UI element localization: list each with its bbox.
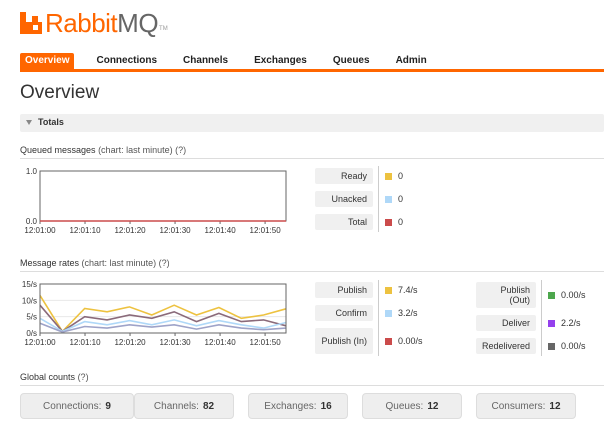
x-tick-label: 12:01:50	[250, 226, 282, 235]
message-rates-chart: 0/s 5/s 10/s 15/s 12:01:00 12:01:10 12:01:20 12…	[22, 280, 287, 347]
main-nav-tabs: Overview Connections Channels Exchanges …	[20, 53, 604, 69]
x-tick-label: 12:01:30	[159, 226, 191, 235]
swatch-publish-in	[385, 337, 392, 345]
logo-text-rabbit: Rabbit	[45, 7, 118, 38]
page-title: Overview	[20, 82, 100, 103]
tab-queues[interactable]: Queues	[320, 53, 383, 69]
tab-channels[interactable]: Channels	[170, 53, 241, 69]
rabbitmq-logo: RabbitMQ TM	[20, 8, 168, 38]
tab-underline	[20, 69, 604, 72]
queued-messages-heading: Queued messages (chart: last minute) (?)	[20, 145, 186, 155]
swatch-unacked	[385, 195, 392, 203]
swatch-confirm	[385, 309, 392, 317]
legend-value-confirm: 3.2/s	[385, 305, 418, 321]
channels-count-button[interactable]: Channels: 82	[134, 393, 234, 419]
legend-separator	[541, 280, 542, 356]
exchanges-count-button[interactable]: Exchanges: 16	[248, 393, 348, 419]
swatch-deliver	[548, 319, 555, 327]
y-tick-label: 15/s	[22, 280, 37, 289]
x-tick-label: 12:01:40	[205, 338, 237, 347]
legend-label-unacked: Unacked	[315, 191, 373, 207]
message-rates-subtitle: (chart: last minute)	[81, 258, 157, 268]
y-tick-label: 0/s	[26, 329, 37, 338]
message-rates-title: Message rates	[20, 258, 80, 268]
collapse-triangle-icon	[26, 120, 32, 125]
section-divider	[20, 158, 604, 159]
x-tick-label: 12:01:00	[24, 226, 56, 235]
queued-messages-title: Queued messages	[20, 145, 96, 155]
y-tick-label: 0.0	[26, 217, 38, 226]
legend-value-publish: 7.4/s	[385, 282, 418, 298]
x-tick-label: 12:01:30	[159, 338, 191, 347]
x-tick-label: 12:01:20	[114, 338, 146, 347]
legend-value-ready: 0	[385, 168, 403, 184]
x-tick-label: 12:01:40	[205, 226, 237, 235]
swatch-ready	[385, 172, 392, 180]
x-tick-label: 12:01:10	[69, 338, 101, 347]
x-tick-label: 12:01:10	[69, 226, 101, 235]
queued-messages-chart: 0.0 1.0 12:01:00 12:01:10 12:01:20 12:01:30 12…	[24, 167, 287, 235]
section-divider	[20, 271, 604, 272]
legend-label-total: Total	[315, 214, 373, 230]
series-line-deliver	[39, 304, 287, 333]
legend-label-publish-out: Publish (Out)	[476, 282, 536, 308]
rabbitmq-logo-icon	[20, 12, 42, 34]
swatch-publish	[385, 286, 392, 294]
message-rates-help-link[interactable]: (?)	[159, 258, 170, 268]
logo-trademark: TM	[159, 26, 168, 32]
tab-overview[interactable]: Overview	[20, 53, 75, 69]
tab-admin[interactable]: Admin	[383, 53, 440, 69]
legend-label-redelivered: Redelivered	[476, 338, 536, 354]
global-counts-help-link[interactable]: (?)	[78, 372, 89, 382]
legend-separator	[378, 166, 379, 232]
y-tick-label: 5/s	[26, 313, 37, 322]
y-tick-label: 10/s	[22, 296, 37, 305]
x-tick-label: 12:01:00	[24, 338, 56, 347]
queues-count-button[interactable]: Queues: 12	[362, 393, 462, 419]
section-divider	[20, 385, 604, 386]
global-counts-title: Global counts	[20, 372, 76, 382]
legend-label-publish: Publish	[315, 282, 373, 298]
legend-value-total: 0	[385, 214, 403, 230]
global-counts-heading: Global counts (?)	[20, 372, 89, 382]
x-tick-label: 12:01:50	[250, 338, 282, 347]
y-tick-label: 1.0	[26, 167, 38, 176]
totals-section-label: Totals	[38, 117, 64, 127]
tab-exchanges[interactable]: Exchanges	[241, 53, 320, 69]
totals-section-toggle[interactable]: Totals	[20, 114, 604, 132]
legend-value-unacked: 0	[385, 191, 403, 207]
swatch-publish-out	[548, 291, 555, 299]
legend-value-deliver: 2.2/s	[548, 315, 581, 331]
legend-label-ready: Ready	[315, 168, 373, 184]
x-tick-label: 12:01:20	[114, 226, 146, 235]
legend-value-publish-in: 0.00/s	[385, 333, 423, 349]
legend-value-publish-out: 0.00/s	[548, 287, 586, 303]
logo-text-mq: MQ	[117, 7, 159, 38]
swatch-total	[385, 218, 392, 226]
swatch-redelivered	[548, 342, 555, 350]
legend-label-deliver: Deliver	[476, 315, 536, 331]
tab-connections[interactable]: Connections	[83, 53, 170, 69]
connections-count-button[interactable]: Connections: 9	[20, 393, 134, 419]
legend-label-publish-in: Publish (In)	[315, 328, 373, 354]
message-rates-heading: Message rates (chart: last minute) (?)	[20, 258, 170, 268]
legend-separator	[378, 280, 379, 356]
legend-label-confirm: Confirm	[315, 305, 373, 321]
queued-messages-subtitle: (chart: last minute)	[98, 145, 173, 155]
consumers-count-button[interactable]: Consumers: 12	[476, 393, 576, 419]
chart-frame	[39, 170, 287, 222]
queued-messages-help-link[interactable]: (?)	[175, 145, 186, 155]
legend-value-redelivered: 0.00/s	[548, 338, 586, 354]
